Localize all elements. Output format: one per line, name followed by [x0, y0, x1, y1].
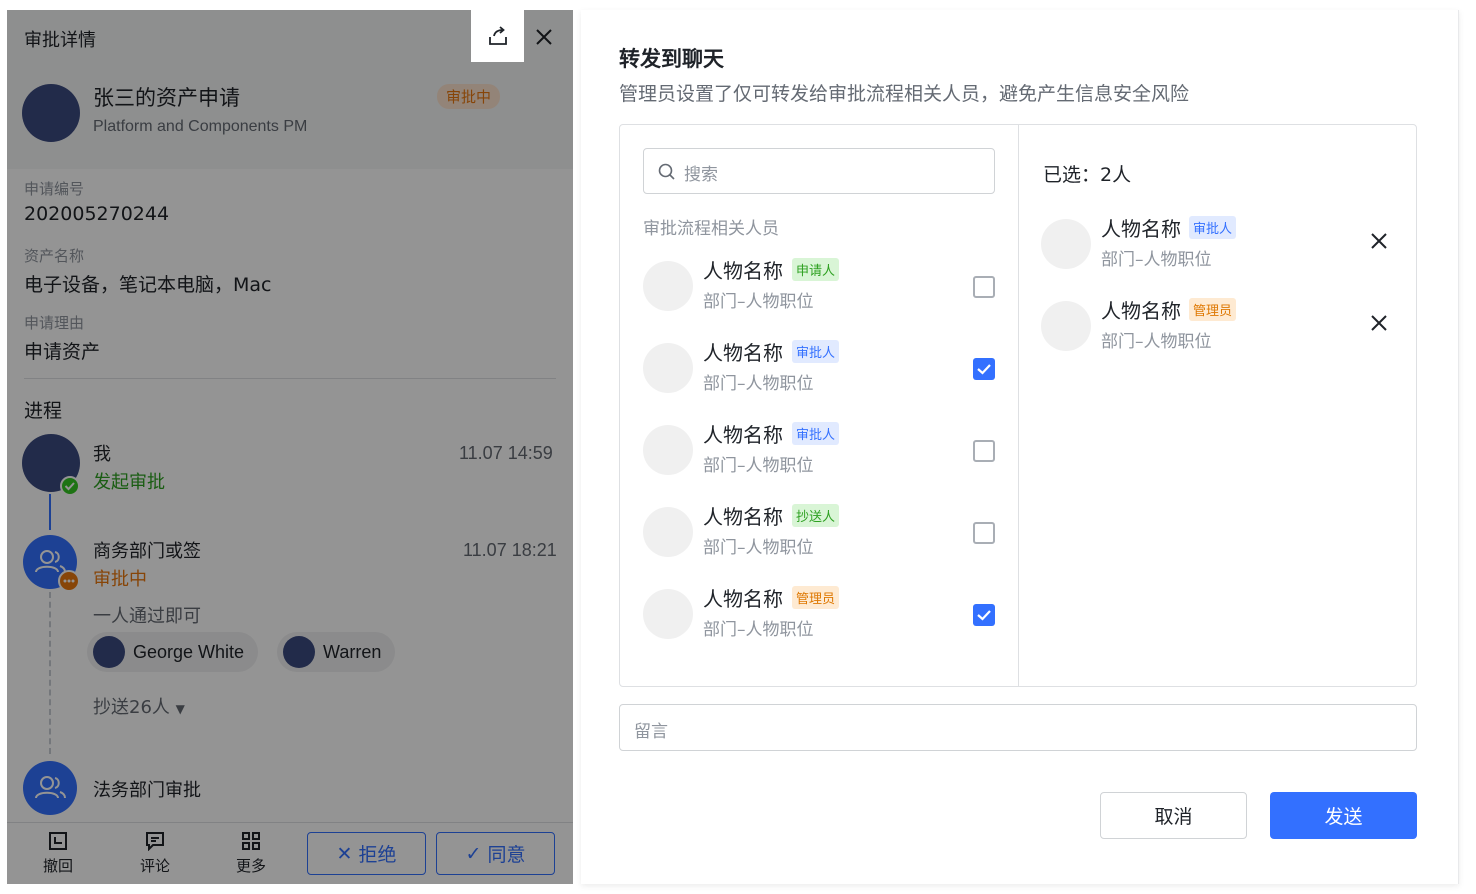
person-name: 人物名称	[1101, 217, 1181, 241]
avatar	[643, 589, 693, 639]
list-item[interactable]: 人物名称 管理员 部门–人物职位	[643, 583, 1003, 645]
role-tag: 抄送人	[792, 504, 840, 527]
selected-item: 人物名称 管理员 部门–人物职位	[1041, 295, 1391, 357]
list-item[interactable]: 人物名称 抄送人 部门–人物职位	[643, 501, 1003, 563]
divider	[1018, 125, 1019, 686]
avatar	[643, 343, 693, 393]
message-placeholder: 留言	[634, 722, 668, 742]
person-dept: 部门–人物职位	[703, 620, 814, 640]
remove-icon[interactable]	[1368, 230, 1390, 252]
search-placeholder: 搜索	[684, 165, 718, 185]
checkbox[interactable]	[973, 522, 995, 544]
person-name: 人物名称	[1101, 299, 1181, 323]
list-item[interactable]: 人物名称 审批人 部门–人物职位	[643, 337, 1003, 399]
person-name: 人物名称	[703, 423, 783, 447]
avatar	[643, 425, 693, 475]
person-dept: 部门–人物职位	[703, 374, 814, 394]
list-item[interactable]: 人物名称 审批人 部门–人物职位	[643, 419, 1003, 481]
cancel-button[interactable]: 取消	[1100, 792, 1247, 839]
share-icon	[488, 26, 507, 45]
checkbox[interactable]	[973, 440, 995, 462]
role-tag: 审批人	[1189, 216, 1237, 239]
selected-item: 人物名称 审批人 部门–人物职位	[1041, 213, 1391, 275]
member-picker: 搜索 审批流程相关人员 人物名称 申请人 部门–人物职位 人物名称 审批人 部门…	[619, 124, 1417, 687]
checkbox[interactable]	[973, 276, 995, 298]
role-tag: 管理员	[1189, 298, 1237, 321]
send-button[interactable]: 发送	[1270, 792, 1417, 839]
person-name: 人物名称	[703, 505, 783, 529]
person-dept: 部门–人物职位	[1101, 332, 1212, 352]
avatar	[643, 507, 693, 557]
modal-overlay[interactable]	[7, 10, 573, 884]
role-tag: 管理员	[792, 586, 840, 609]
role-tag: 审批人	[792, 340, 840, 363]
person-dept: 部门–人物职位	[1101, 250, 1212, 270]
role-tag: 审批人	[792, 422, 840, 445]
checkbox[interactable]	[973, 358, 995, 380]
role-tag: 申请人	[792, 258, 840, 281]
modal-title: 转发到聊天	[619, 47, 724, 71]
checkbox[interactable]	[973, 604, 995, 626]
check-icon	[977, 364, 991, 375]
message-input[interactable]: 留言	[619, 704, 1417, 751]
check-icon	[977, 610, 991, 621]
list-item[interactable]: 人物名称 申请人 部门–人物职位	[643, 255, 1003, 317]
share-button[interactable]	[471, 10, 524, 62]
person-name: 人物名称	[703, 587, 783, 611]
search-icon	[658, 163, 675, 180]
forward-modal: 转发到聊天 管理员设置了仅可转发给审批流程相关人员，避免产生信息安全风险 搜索 …	[581, 10, 1459, 884]
selected-count: 已选：2人	[1043, 164, 1132, 186]
avatar	[1041, 301, 1091, 351]
person-name: 人物名称	[703, 259, 783, 283]
modal-description: 管理员设置了仅可转发给审批流程相关人员，避免产生信息安全风险	[619, 83, 1190, 105]
group-label: 审批流程相关人员	[643, 219, 779, 239]
person-dept: 部门–人物职位	[703, 456, 814, 476]
screen: 审批详情 张三的资产申请 Platform and Components PM …	[0, 0, 1476, 894]
search-input[interactable]: 搜索	[643, 148, 995, 194]
avatar	[643, 261, 693, 311]
avatar	[1041, 219, 1091, 269]
person-dept: 部门–人物职位	[703, 538, 814, 558]
person-dept: 部门–人物职位	[703, 292, 814, 312]
person-name: 人物名称	[703, 341, 783, 365]
remove-icon[interactable]	[1368, 312, 1390, 334]
